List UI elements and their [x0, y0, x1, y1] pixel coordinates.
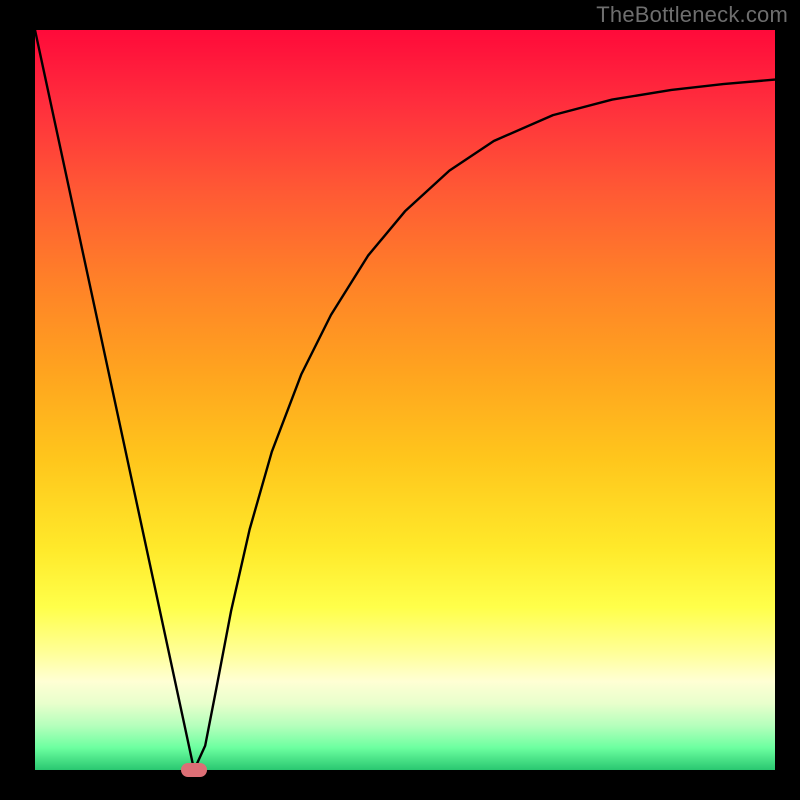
chart-frame: TheBottleneck.com	[0, 0, 800, 800]
valley-marker	[181, 763, 207, 776]
bottleneck-curve	[0, 0, 800, 800]
